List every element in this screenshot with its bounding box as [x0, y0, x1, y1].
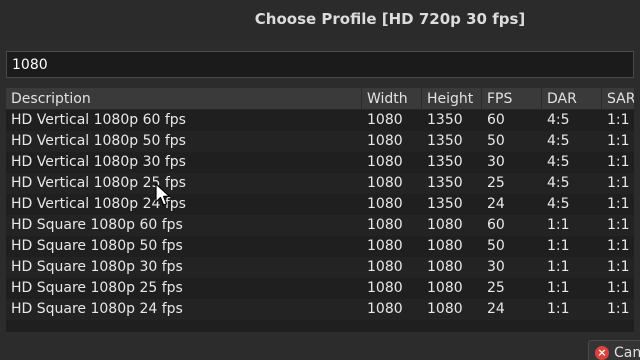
cell-height: 1080 [427, 217, 463, 233]
window-title: Choose Profile [HD 720p 30 fps] [254, 10, 526, 28]
cell-height: 1350 [427, 154, 463, 170]
cell-width: 1080 [367, 133, 403, 149]
cell-width: 1080 [367, 175, 403, 191]
cell-description: HD Vertical 1080p 30 fps [11, 154, 186, 170]
cell-description: HD Vertical 1080p 25 fps [11, 175, 186, 191]
cell-sar: 1:1 [607, 280, 630, 296]
cell-dar: 1:1 [547, 280, 570, 296]
table-row[interactable]: HD Square 1080p 50 fps 1080 1080 50 1:1 … [6, 236, 634, 257]
cell-description: HD Square 1080p 60 fps [11, 217, 183, 233]
table-row[interactable]: HD Square 1080p 25 fps 1080 1080 25 1:1 … [6, 278, 634, 299]
button-bar [0, 332, 640, 360]
cell-description: HD Square 1080p 25 fps [11, 280, 183, 296]
cell-sar: 1:1 [607, 112, 630, 128]
cell-sar: 1:1 [607, 238, 630, 254]
cell-width: 1080 [367, 217, 403, 233]
table-body: HD Vertical 1080p 60 fps 1080 1350 60 4:… [6, 110, 634, 320]
column-header-width[interactable]: Width [362, 88, 422, 110]
cell-width: 1080 [367, 196, 403, 212]
cell-fps: 25 [487, 280, 505, 296]
profile-table: Description Width Height FPS DAR SAR HD … [6, 88, 634, 332]
cell-fps: 24 [487, 196, 505, 212]
cell-description: HD Square 1080p 50 fps [11, 238, 183, 254]
cell-height: 1350 [427, 133, 463, 149]
cell-sar: 1:1 [607, 175, 630, 191]
cell-sar: 1:1 [607, 196, 630, 212]
cell-width: 1080 [367, 238, 403, 254]
cell-dar: 1:1 [547, 238, 570, 254]
cell-fps: 60 [487, 112, 505, 128]
cell-fps: 30 [487, 259, 505, 275]
cancel-button-label: Cancel [614, 345, 640, 360]
cell-height: 1350 [427, 112, 463, 128]
cell-dar: 4:5 [547, 175, 570, 191]
cell-fps: 50 [487, 238, 505, 254]
cell-fps: 60 [487, 217, 505, 233]
search-input[interactable] [7, 52, 633, 77]
cell-dar: 1:1 [547, 301, 570, 317]
cell-width: 1080 [367, 280, 403, 296]
cell-description: HD Vertical 1080p 50 fps [11, 133, 186, 149]
cell-dar: 4:5 [547, 154, 570, 170]
cell-height: 1080 [427, 301, 463, 317]
table-row[interactable]: HD Square 1080p 60 fps 1080 1080 60 1:1 … [6, 215, 634, 236]
cell-sar: 1:1 [607, 217, 630, 233]
choose-profile-dialog: Choose Profile [HD 720p 30 fps] Descript… [0, 0, 640, 360]
cell-width: 1080 [367, 154, 403, 170]
column-header-description[interactable]: Description [6, 88, 362, 110]
cell-dar: 4:5 [547, 133, 570, 149]
cell-sar: 1:1 [607, 259, 630, 275]
table-row[interactable]: HD Vertical 1080p 24 fps 1080 1350 24 4:… [6, 194, 634, 215]
cell-dar: 1:1 [547, 259, 570, 275]
cell-height: 1350 [427, 196, 463, 212]
cell-dar: 4:5 [547, 112, 570, 128]
cell-dar: 1:1 [547, 217, 570, 233]
cell-sar: 1:1 [607, 301, 630, 317]
cell-description: HD Vertical 1080p 60 fps [11, 112, 186, 128]
cell-fps: 24 [487, 301, 505, 317]
cell-width: 1080 [367, 112, 403, 128]
cell-height: 1080 [427, 280, 463, 296]
cell-description: HD Square 1080p 24 fps [11, 301, 183, 317]
table-row[interactable]: HD Vertical 1080p 30 fps 1080 1350 30 4:… [6, 152, 634, 173]
column-header-fps[interactable]: FPS [482, 88, 542, 110]
cancel-button[interactable]: × Cancel [588, 340, 640, 360]
cell-dar: 4:5 [547, 196, 570, 212]
cell-sar: 1:1 [607, 154, 630, 170]
cell-width: 1080 [367, 259, 403, 275]
cell-width: 1080 [367, 301, 403, 317]
cell-description: HD Square 1080p 30 fps [11, 259, 183, 275]
cell-fps: 25 [487, 175, 505, 191]
column-header-dar[interactable]: DAR [542, 88, 602, 110]
column-header-height[interactable]: Height [422, 88, 482, 110]
cell-description: HD Vertical 1080p 24 fps [11, 196, 186, 212]
cell-height: 1080 [427, 238, 463, 254]
table-row[interactable]: HD Square 1080p 24 fps 1080 1080 24 1:1 … [6, 299, 634, 320]
cell-height: 1350 [427, 175, 463, 191]
table-row[interactable]: HD Square 1080p 30 fps 1080 1080 30 1:1 … [6, 257, 634, 278]
table-row[interactable]: HD Vertical 1080p 60 fps 1080 1350 60 4:… [6, 110, 634, 131]
cancel-icon: × [595, 346, 609, 360]
title-bar[interactable]: Choose Profile [HD 720p 30 fps] [0, 0, 640, 38]
cell-fps: 30 [487, 154, 505, 170]
column-header-sar[interactable]: SAR [602, 88, 634, 110]
cell-sar: 1:1 [607, 133, 630, 149]
table-row[interactable]: HD Vertical 1080p 50 fps 1080 1350 50 4:… [6, 131, 634, 152]
cell-height: 1080 [427, 259, 463, 275]
table-header: Description Width Height FPS DAR SAR [6, 88, 634, 110]
search-field[interactable] [6, 51, 634, 78]
cell-fps: 50 [487, 133, 505, 149]
table-row[interactable]: HD Vertical 1080p 25 fps 1080 1350 25 4:… [6, 173, 634, 194]
